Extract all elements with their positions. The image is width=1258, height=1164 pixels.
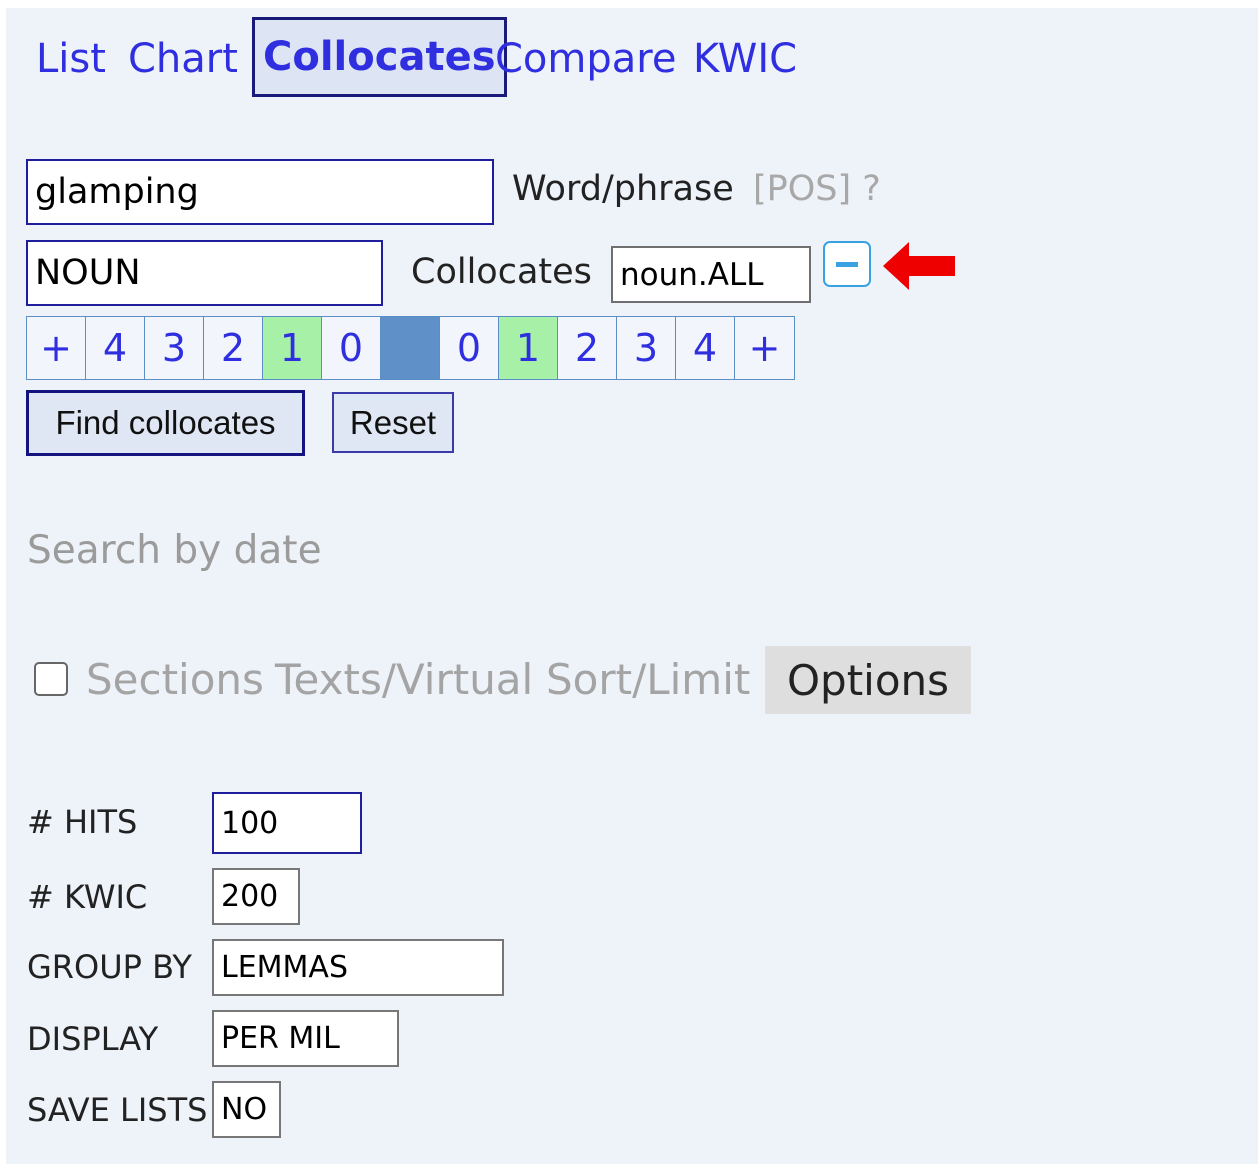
word-input[interactable]: glamping xyxy=(26,159,494,225)
tab-chart[interactable]: Chart xyxy=(128,36,238,82)
save-lists-select[interactable]: NO xyxy=(212,1081,281,1138)
tab-collocates[interactable]: Collocates xyxy=(252,17,507,97)
span-right-3[interactable]: 3 xyxy=(617,317,676,379)
display-select[interactable]: PER MIL xyxy=(212,1010,399,1067)
span-selector: + 4 3 2 1 0 0 1 2 3 4 + xyxy=(26,316,795,380)
hits-label: # HITS xyxy=(27,803,138,841)
span-right-2[interactable]: 2 xyxy=(558,317,617,379)
span-left-0[interactable]: 0 xyxy=(322,317,381,379)
span-right-0[interactable]: 0 xyxy=(440,317,499,379)
span-left-2[interactable]: 2 xyxy=(204,317,263,379)
tab-list[interactable]: List xyxy=(36,36,106,82)
search-by-date-link[interactable]: Search by date xyxy=(27,528,322,573)
span-left-plus[interactable]: + xyxy=(27,317,86,379)
span-right-plus[interactable]: + xyxy=(735,317,794,379)
span-right-4[interactable]: 4 xyxy=(676,317,735,379)
group-by-select[interactable]: LEMMAS xyxy=(212,939,504,996)
pos-help-link[interactable]: [POS] ? xyxy=(753,169,881,209)
sections-checkbox[interactable] xyxy=(34,662,68,696)
span-left-3[interactable]: 3 xyxy=(145,317,204,379)
reset-button[interactable]: Reset xyxy=(332,392,454,453)
tab-sections[interactable]: Sections xyxy=(86,655,264,704)
hits-input[interactable]: 100 xyxy=(212,792,362,854)
span-node xyxy=(381,317,440,379)
minus-icon[interactable] xyxy=(823,241,871,287)
tab-texts-virtual[interactable]: Texts/Virtual xyxy=(275,655,533,704)
find-collocates-button[interactable]: Find collocates xyxy=(26,390,305,456)
span-left-4[interactable]: 4 xyxy=(86,317,145,379)
word-phrase-label: Word/phrase xyxy=(512,169,734,209)
tab-sort-limit[interactable]: Sort/Limit xyxy=(546,655,750,704)
collocates-label: Collocates xyxy=(411,252,592,292)
kwic-label: # KWIC xyxy=(27,878,148,916)
span-left-1[interactable]: 1 xyxy=(263,317,322,379)
span-right-1[interactable]: 1 xyxy=(499,317,558,379)
display-label: DISPLAY xyxy=(27,1020,159,1058)
collocates-input[interactable]: noun.ALL xyxy=(611,246,811,303)
pos-input[interactable]: NOUN xyxy=(26,240,383,306)
tab-options[interactable]: Options xyxy=(765,646,972,714)
red-arrow-icon xyxy=(883,242,955,290)
kwic-input[interactable]: 200 xyxy=(212,868,300,925)
save-lists-label: SAVE LISTS xyxy=(27,1091,208,1129)
tab-kwic[interactable]: KWIC xyxy=(693,36,797,82)
group-by-label: GROUP BY xyxy=(27,948,192,986)
tab-compare[interactable]: Compare xyxy=(495,36,676,82)
